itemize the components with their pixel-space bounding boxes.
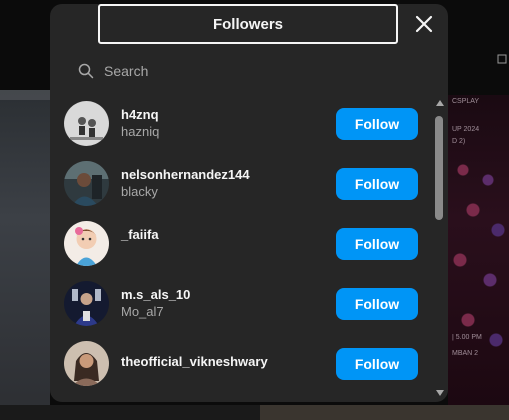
follower-username[interactable]: h4znq (121, 107, 159, 123)
follow-button[interactable]: Follow (336, 348, 418, 380)
dialog-title-box: Followers (98, 4, 398, 44)
list-item: theofficial_vikneshwary Follow (50, 334, 430, 394)
avatar[interactable] (64, 221, 109, 266)
feed-post-image-bottom-right (260, 405, 509, 420)
avatar[interactable] (64, 281, 109, 326)
scroll-up-arrow-icon[interactable] (436, 100, 444, 106)
scrollbar[interactable] (434, 100, 446, 396)
poster-text: D 2) (452, 138, 466, 145)
dialog-title: Followers (212, 15, 283, 33)
follow-button[interactable]: Follow (336, 228, 418, 260)
search-input[interactable] (104, 63, 364, 79)
poster-text: | 5.00 PM (452, 334, 482, 341)
followers-list: h4znq hazniq Follow nelsonhernandez144 b… (50, 94, 430, 402)
follower-full-name: blacky (121, 184, 158, 199)
scroll-down-arrow-icon[interactable] (436, 390, 444, 396)
poster-text: UP 2024 (452, 126, 480, 133)
followers-dialog: Followers Search h4znq hazniq Follow nel… (50, 4, 448, 402)
avatar[interactable] (64, 341, 109, 386)
avatar[interactable] (64, 161, 109, 206)
follower-username[interactable]: _faiifa (121, 227, 159, 243)
follower-username[interactable]: nelsonhernandez144 (121, 167, 250, 183)
follow-button[interactable]: Follow (336, 168, 418, 200)
poster-text: MBAN 2 (452, 350, 479, 357)
follower-username[interactable]: theofficial_vikneshwary (121, 354, 268, 370)
list-item: nelsonhernandez144 blacky Follow (50, 154, 430, 214)
follow-button[interactable]: Follow (336, 108, 418, 140)
list-item: h4znq hazniq Follow (50, 94, 430, 154)
list-item: m.s_als_10 Mo_al7 Follow (50, 274, 430, 334)
poster-text: CSPLAY (452, 98, 480, 105)
feed-post-image-left (0, 90, 50, 410)
dialog-header: Followers (50, 4, 448, 46)
follow-button[interactable]: Follow (336, 288, 418, 320)
search-icon (78, 63, 94, 79)
close-button[interactable] (412, 12, 436, 36)
feed-post-image-left-top (0, 90, 50, 100)
follower-full-name: hazniq (121, 124, 160, 139)
bookmark-icon (497, 54, 507, 64)
avatar[interactable] (64, 101, 109, 146)
follower-full-name: Mo_al7 (121, 304, 164, 319)
list-item: _faiifa Follow (50, 214, 430, 274)
scrollbar-thumb[interactable] (435, 116, 443, 220)
follower-username[interactable]: m.s_als_10 (121, 287, 190, 303)
close-icon (415, 15, 433, 33)
feed-post-image-right-figures (448, 140, 509, 380)
search-bar[interactable] (78, 60, 378, 82)
